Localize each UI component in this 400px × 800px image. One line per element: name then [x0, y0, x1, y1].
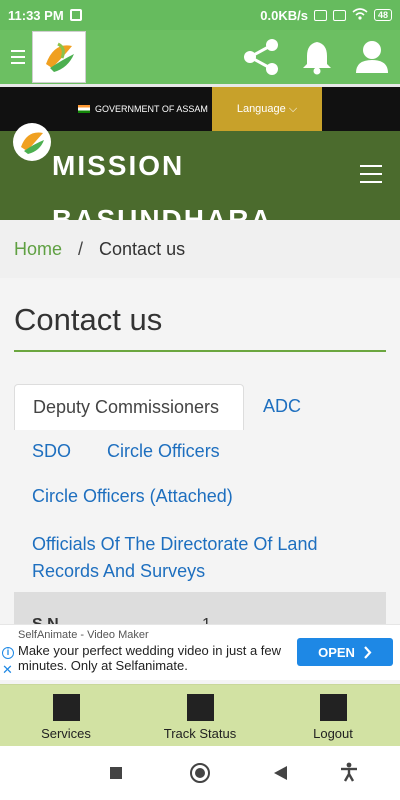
profile-icon[interactable] — [354, 39, 390, 75]
mission-basundhara-logo — [39, 37, 79, 77]
ad-banner[interactable]: i ✕ SelfAnimate - Video Maker Make your … — [0, 624, 400, 680]
ad-source: SelfAnimate - Video Maker — [18, 629, 149, 641]
info-icon[interactable]: i — [2, 647, 14, 659]
ad-open-label: OPEN — [318, 644, 355, 660]
tab-officials-directorate[interactable]: Officials Of The Directorate Of Land Rec… — [32, 531, 342, 585]
site-brand-band: MISSION BASUNDHARA — [0, 131, 400, 220]
services-icon — [52, 694, 80, 721]
share-icon[interactable] — [242, 37, 280, 77]
nav-services[interactable]: Services — [11, 685, 121, 747]
bell-icon[interactable] — [302, 39, 332, 75]
network-speed: 0.0KB/s — [260, 7, 308, 23]
app-screen: 11:33 PM 0.0KB/s 48 GOVERNMENT OF ASSAM … — [0, 0, 400, 800]
nav-services-label: Services — [41, 726, 91, 741]
ad-open-button[interactable]: OPEN — [297, 638, 393, 666]
ad-text: Make your perfect wedding video in just … — [18, 643, 282, 673]
hamburger-menu-icon[interactable] — [360, 165, 382, 183]
government-label: GOVERNMENT OF ASSAM — [95, 104, 208, 114]
logout-icon — [319, 694, 347, 721]
breadcrumb-separator: / — [78, 238, 84, 259]
bottom-navigation: Services Track Status Logout — [0, 684, 400, 746]
nav-track-status[interactable]: Track Status — [145, 685, 255, 747]
nav-track-status-label: Track Status — [163, 726, 237, 741]
status-bar: 11:33 PM 0.0KB/s 48 — [0, 0, 400, 30]
page-title: Contact us — [14, 302, 163, 337]
back-icon[interactable] — [274, 766, 287, 780]
nav-logout-label: Logout — [313, 726, 353, 741]
home-icon[interactable] — [190, 763, 210, 783]
mute-icon — [313, 9, 327, 21]
nav-logout[interactable]: Logout — [278, 685, 388, 747]
menu-icon[interactable] — [6, 30, 30, 84]
status-time: 11:33 PM — [8, 7, 64, 23]
close-icon[interactable]: ✕ — [2, 663, 13, 676]
battery-icon: 48 — [373, 9, 392, 21]
breadcrumb: Home / Contact us — [0, 220, 400, 278]
main-content: Contact us Deputy Commissioners ADC SDO … — [0, 278, 400, 633]
tab-adc[interactable]: ADC — [263, 396, 301, 417]
tab-deputy-commissioners[interactable]: Deputy Commissioners — [14, 384, 244, 430]
tab-circle-officers-attached[interactable]: Circle Officers (Attached) — [32, 486, 233, 507]
breadcrumb-home-link[interactable]: Home — [14, 239, 62, 260]
tab-circle-officers[interactable]: Circle Officers — [107, 441, 220, 462]
system-navigation-bar — [0, 746, 400, 800]
recent-apps-icon[interactable] — [110, 767, 122, 779]
wifi-icon — [352, 7, 368, 23]
site-title: MISSION BASUNDHARA — [52, 150, 273, 220]
chevron-right-icon — [364, 645, 372, 659]
accessibility-icon[interactable] — [340, 762, 358, 787]
breadcrumb-current: Contact us — [99, 238, 186, 259]
header-actions — [242, 37, 390, 77]
title-underline — [14, 350, 386, 352]
sim-icon — [332, 9, 346, 21]
app-logo — [32, 31, 86, 83]
tab-sdo[interactable]: SDO — [32, 441, 71, 462]
site-logo[interactable] — [13, 123, 51, 161]
notification-icon — [69, 9, 82, 21]
language-button[interactable]: Language ⌵ — [212, 87, 322, 131]
app-header — [0, 30, 400, 84]
status-right: 0.0KB/s 48 — [260, 8, 392, 23]
india-flag-icon — [78, 105, 90, 113]
track-status-icon — [186, 694, 214, 721]
government-bar: GOVERNMENT OF ASSAM Language ⌵ — [0, 87, 400, 131]
